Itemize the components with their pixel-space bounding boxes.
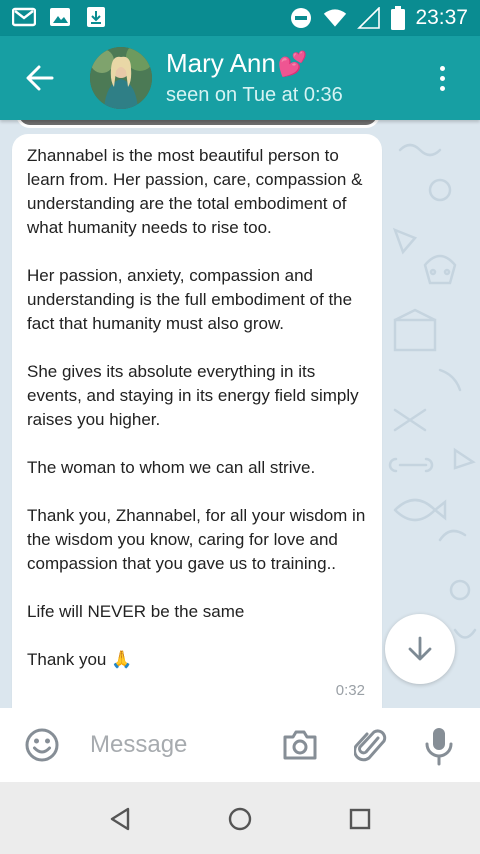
chat-header: Mary Ann💕 seen on Tue at 0:36 [0, 36, 480, 120]
more-options-button[interactable] [426, 60, 458, 96]
previous-media-message[interactable] [16, 120, 380, 128]
gmail-icon [12, 6, 36, 28]
message-text: Zhannabel is the most beautiful person t… [27, 144, 372, 696]
message-bubble[interactable]: Zhannabel is the most beautiful person t… [12, 134, 382, 708]
triangle-back-icon [110, 807, 130, 831]
voice-message-button[interactable] [424, 726, 454, 766]
message-paragraph: The woman to whom we can all strive. [27, 458, 316, 477]
message-input-bar [0, 708, 480, 782]
more-vert-icon [439, 65, 445, 71]
arrow-left-icon [26, 65, 54, 91]
avatar[interactable] [90, 47, 152, 109]
contact-name[interactable]: Mary Ann💕 [166, 48, 308, 79]
nav-recents-button[interactable] [345, 804, 375, 834]
message-paragraph: Zhannabel is the most beautiful person t… [27, 146, 363, 237]
status-bar: 23:37 [0, 0, 480, 36]
nav-back-button[interactable] [105, 804, 135, 834]
message-paragraph: Thank you 🙏 [27, 650, 133, 669]
camera-button[interactable] [282, 728, 318, 762]
emoji-button[interactable] [24, 727, 60, 763]
cell-signal-icon [357, 7, 381, 29]
message-paragraph: Life will NEVER be the same [27, 602, 245, 621]
hearts-emoji: 💕 [277, 51, 308, 78]
status-clock: 23:37 [415, 6, 468, 29]
gallery-icon [48, 6, 72, 28]
circle-home-icon [228, 807, 252, 831]
message-input[interactable] [90, 726, 260, 764]
message-paragraph: Her passion, anxiety, compassion and und… [27, 266, 353, 333]
wifi-icon [323, 7, 347, 29]
message-paragraph: Thank you, Zhannabel, for all your wisdo… [27, 506, 366, 573]
battery-icon [391, 6, 406, 30]
attach-button[interactable] [353, 726, 388, 764]
do-not-disturb-icon [289, 7, 313, 29]
smiley-icon [25, 728, 59, 762]
message-time: 0:32 [335, 682, 365, 699]
back-button[interactable] [20, 60, 60, 96]
camera-icon [283, 730, 317, 760]
paperclip-icon [353, 729, 387, 762]
scroll-to-bottom-button[interactable] [385, 614, 455, 684]
last-seen-status: seen on Tue at 0:36 [166, 84, 343, 106]
system-navigation-bar [0, 782, 480, 854]
message-paragraph: She gives its absolute everything in its… [27, 362, 359, 429]
microphone-icon [425, 728, 453, 766]
download-icon [84, 6, 108, 28]
square-recents-icon [349, 808, 371, 830]
contact-name-text: Mary Ann [166, 48, 276, 78]
arrow-down-icon [408, 636, 432, 661]
nav-home-button[interactable] [225, 804, 255, 834]
